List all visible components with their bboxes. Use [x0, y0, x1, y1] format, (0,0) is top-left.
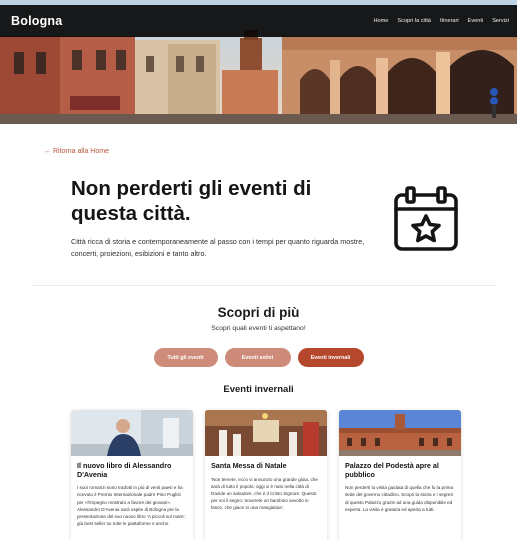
palazzo-podesta-photo: [339, 410, 461, 456]
site-logo[interactable]: Bologna: [11, 14, 62, 28]
filter-summer-events-button[interactable]: Eventi estivi: [224, 348, 291, 367]
filter-all-events-button[interactable]: Tutti gli eventi: [153, 348, 218, 367]
events-section-title: Eventi invernali: [223, 384, 294, 395]
discover-subtitle: Scopri quali eventi ti aspettano!: [211, 325, 306, 332]
event-cards: Il nuovo libro di Alessandro D'Avenia I …: [71, 410, 461, 540]
filter-winter-events-button[interactable]: Eventi invernali: [297, 348, 364, 367]
navbar: Bologna Home Scopri la città Itinerari E…: [0, 5, 517, 37]
event-card-text: Non perderti la visita guidata di quella…: [345, 485, 454, 512]
author-photo: [71, 410, 193, 456]
nav-item-itinerari[interactable]: Itinerari: [440, 18, 459, 24]
calendar-star-icon: [390, 182, 462, 254]
back-to-home-link[interactable]: ← Ritorna alla Home: [44, 148, 109, 155]
nav-item-home[interactable]: Home: [374, 18, 389, 24]
event-card-text: 'Non temete, ecco vi annunzio una grande…: [211, 476, 318, 511]
discover-title: Scopri di più: [217, 305, 300, 320]
event-card-text: I suoi romanzi sono tradotti in più di v…: [77, 485, 186, 527]
event-card-title: Palazzo del Podestà apre al pubblico: [345, 461, 439, 479]
nav-menu: Home Scopri la città Itinerari Eventi Se…: [374, 18, 510, 24]
page-title: Non perderti gli eventi di questa città.: [71, 177, 312, 225]
church-mass-photo: [205, 410, 327, 456]
event-card[interactable]: Il nuovo libro di Alessandro D'Avenia I …: [71, 410, 193, 540]
section-divider: [32, 285, 497, 286]
nav-item-scopri[interactable]: Scopri la città: [397, 18, 431, 24]
event-card-title: Il nuovo libro di Alessandro D'Avenia: [77, 461, 172, 479]
nav-item-eventi[interactable]: Eventi: [468, 18, 484, 24]
event-card[interactable]: Santa Messa di Natale 'Non temete, ecco …: [205, 410, 327, 540]
page-description: Città ricca di storia e contemporaneamen…: [71, 237, 365, 258]
event-filters: Tutti gli eventi Eventi estivi Eventi in…: [0, 348, 517, 367]
hero-banner: Bologna Home Scopri la città Itinerari E…: [0, 0, 517, 124]
event-card[interactable]: Palazzo del Podestà apre al pubblico Non…: [339, 410, 461, 540]
nav-item-servizi[interactable]: Servizi: [492, 18, 509, 24]
event-card-title: Santa Messa di Natale: [211, 461, 287, 470]
